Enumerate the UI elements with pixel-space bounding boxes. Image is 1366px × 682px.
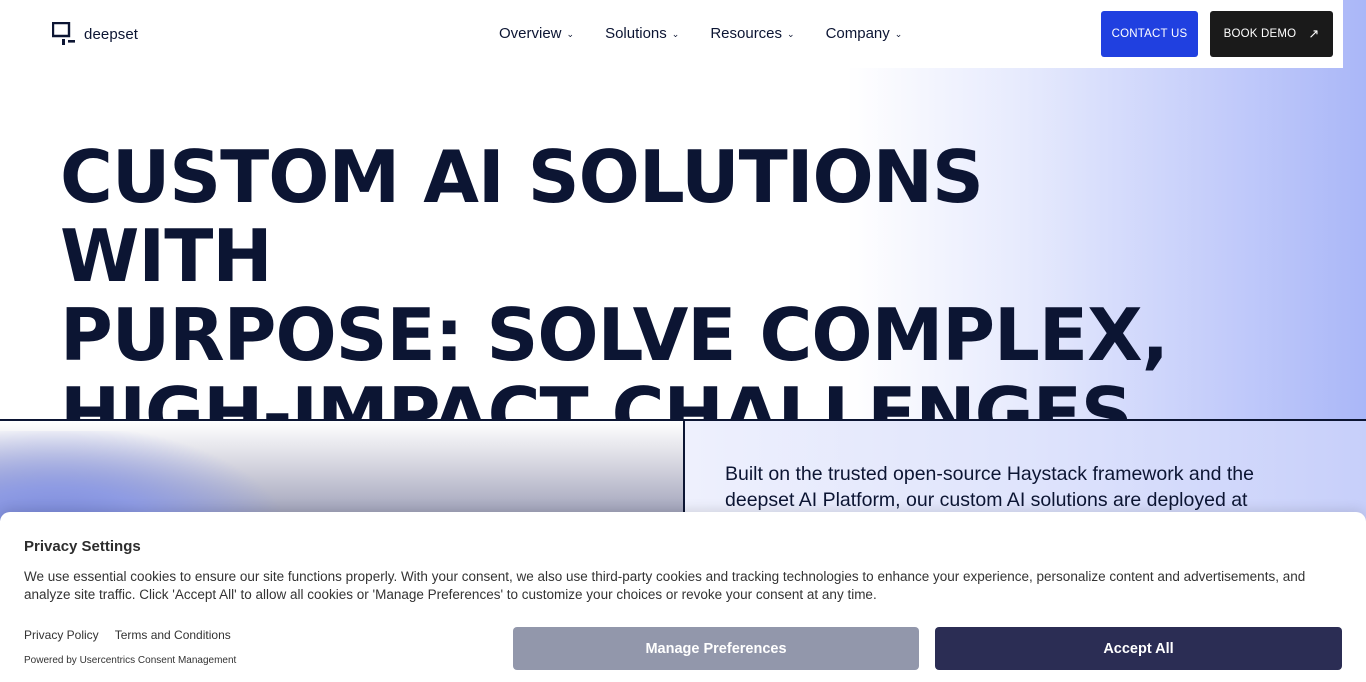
cookie-title: Privacy Settings [24, 538, 141, 555]
privacy-policy-link[interactable]: Privacy Policy [24, 628, 99, 642]
contact-us-button[interactable]: CONTACT US [1101, 11, 1198, 57]
chevron-down-icon: ⌄ [671, 29, 680, 39]
powered-by-text[interactable]: Powered by Usercentrics Consent Manageme… [24, 655, 236, 666]
book-demo-button[interactable]: BOOK DEMO ↗ [1210, 11, 1333, 57]
main-nav: Overview ⌄ Solutions ⌄ Resources ⌄ Compa… [499, 25, 902, 42]
nav-solutions-label: Solutions [605, 25, 667, 42]
terms-link[interactable]: Terms and Conditions [115, 628, 231, 642]
nav-solutions[interactable]: Solutions ⌄ [605, 25, 679, 42]
chevron-down-icon: ⌄ [787, 29, 795, 39]
cookie-consent-banner: Privacy Settings We use essential cookie… [0, 512, 1366, 682]
book-demo-label: BOOK DEMO [1223, 28, 1297, 40]
hero-title-line: CUSTOM AI SOLUTIONS WITH [60, 135, 984, 298]
accept-all-label: Accept All [1103, 640, 1174, 657]
nav-resources[interactable]: Resources ⌄ [710, 25, 794, 42]
cookie-body-text: We use essential cookies to ensure our s… [24, 569, 1306, 602]
nav-company-label: Company [825, 25, 890, 42]
chevron-down-icon: ⌄ [894, 29, 903, 39]
hero-description: Built on the trusted open-source Haystac… [725, 463, 1254, 511]
cookie-links: Privacy Policy Terms and Conditions [24, 628, 231, 642]
logo-text: deepset [84, 25, 139, 43]
hero-title: CUSTOM AI SOLUTIONS WITH PURPOSE: SOLVE … [60, 138, 1200, 454]
hero-image [0, 421, 683, 521]
manage-preferences-label: Manage Preferences [645, 640, 787, 657]
nav-overview-label: Overview [499, 25, 562, 42]
manage-preferences-button[interactable]: Manage Preferences [513, 627, 919, 670]
site-header: deepset Overview ⌄ Solutions ⌄ Resources… [0, 0, 1343, 68]
accept-all-button[interactable]: Accept All [935, 627, 1342, 670]
deepset-logo[interactable]: deepset [52, 22, 138, 46]
nav-resources-label: Resources [710, 25, 783, 42]
nav-overview[interactable]: Overview ⌄ [499, 25, 574, 42]
nav-company[interactable]: Company ⌄ [826, 25, 903, 42]
hero-description-panel: Built on the trusted open-source Haystac… [685, 421, 1366, 521]
contact-us-label: CONTACT US [1111, 28, 1188, 40]
arrow-up-right-icon: ↗ [1308, 26, 1320, 41]
hero-title-line: PURPOSE: SOLVE COMPLEX, [60, 293, 1169, 377]
chevron-down-icon: ⌄ [566, 29, 575, 39]
deepset-logo-icon [52, 22, 76, 46]
